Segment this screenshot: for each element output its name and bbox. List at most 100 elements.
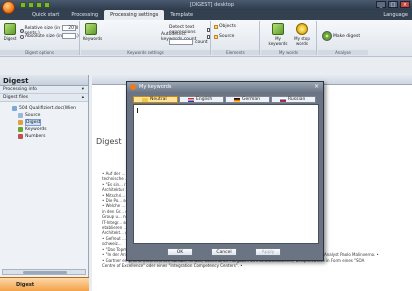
pin-icon[interactable]: ▴	[82, 95, 84, 100]
keywords-icon	[85, 23, 97, 35]
source-label: Source	[219, 34, 235, 39]
group-keywords-settings: Keywords Detect text expressions Autodet…	[81, 21, 211, 55]
objects-label: Objects	[219, 24, 237, 29]
tree-item-label: Digest	[25, 119, 42, 126]
tree-item-numbers[interactable]: Numbers	[12, 133, 88, 140]
my-keywords-label: My keywords	[268, 36, 288, 46]
undo-icon[interactable]	[28, 2, 34, 8]
tree-item-label: Source	[25, 113, 41, 118]
keywords-textarea[interactable]	[133, 104, 319, 244]
apply-button[interactable]: Apply	[255, 248, 281, 256]
make-digest-label: Make digest	[333, 33, 361, 39]
group-label: Elements	[212, 50, 259, 55]
my-keywords-dialog: My keywords × Neutral English German Rus…	[126, 81, 324, 261]
tree-root[interactable]: 504 Qualifiziert.doc(Wien	[12, 105, 88, 112]
app-icon	[130, 84, 136, 90]
pin-icon[interactable]: ▾	[82, 87, 84, 92]
tab-quick-start[interactable]: Quick start	[26, 10, 65, 20]
my-stop-words-label: My stop words	[294, 36, 310, 46]
text-cursor	[137, 108, 138, 113]
language-tabs: Neutral English German Russian	[133, 96, 316, 103]
file-tree: 504 Qualifiziert.doc(Wien Source Digest …	[0, 102, 88, 140]
group-label: Analyse	[318, 50, 368, 55]
tree-item-digest[interactable]: Digest	[12, 119, 88, 126]
redo-icon[interactable]	[36, 2, 42, 8]
numbers-icon	[18, 134, 23, 139]
window-title: [DIGEST] desktop	[190, 2, 235, 8]
document-icon	[12, 106, 17, 111]
ok-button[interactable]: OK	[167, 248, 193, 256]
my-keywords-icon	[272, 23, 284, 35]
tab-german[interactable]: German	[225, 96, 270, 103]
group-elements: Objects Source Elements	[212, 21, 260, 55]
processing-info-section[interactable]: Processing info ▾	[0, 86, 88, 94]
make-digest-button[interactable]: Make digest	[322, 31, 360, 41]
digest-button[interactable]: Digest	[2, 23, 18, 41]
tree-root-label: 504 Qualifiziert.doc(Wien	[19, 106, 76, 111]
source-toggle[interactable]: Source	[214, 34, 234, 39]
neutral-flag-icon	[142, 97, 148, 102]
text-line: Centre of Excellence" oder eines "Integr…	[102, 262, 243, 268]
tab-english[interactable]: English	[179, 96, 224, 103]
ribbon: Digest Relative size (in % of all sents.…	[0, 20, 412, 57]
group-my-words: My keywords My stop words My words	[261, 21, 317, 55]
dialog-title: My keywords	[139, 84, 172, 90]
tree-item-source[interactable]: Source	[12, 112, 88, 119]
pane-title: Digest	[0, 75, 88, 86]
close-button[interactable]: ×	[400, 1, 410, 8]
objects-toggle[interactable]: Objects	[214, 24, 236, 29]
stop-words-icon	[296, 23, 308, 35]
keywords-button[interactable]: Keywords	[83, 23, 103, 41]
my-keywords-button[interactable]: My keywords	[267, 23, 289, 46]
german-flag-icon	[234, 97, 240, 102]
digest-pane: Digest Processing info ▾ Digest files ▴ 50…	[0, 75, 89, 291]
cancel-button[interactable]: Cancel	[211, 248, 237, 256]
tab-russian[interactable]: Russian	[271, 96, 316, 103]
processing-info-label: Processing info	[3, 87, 37, 92]
tab-label: Russian	[288, 97, 306, 102]
group-analyse: Make digest Analyse	[318, 21, 368, 55]
dialog-close-button[interactable]: ×	[314, 83, 319, 90]
tab-processing[interactable]: Processing	[65, 10, 104, 20]
tab-label: Neutral	[150, 97, 167, 102]
dialog-title-bar: My keywords ×	[127, 82, 323, 92]
horizontal-scrollbar[interactable]	[2, 269, 86, 275]
language-menu[interactable]: Language	[383, 12, 408, 18]
digest-files-label: Digest files	[3, 95, 29, 100]
group-label: My words	[261, 50, 316, 55]
digest-icon	[4, 23, 16, 35]
ribbon-tabs: Quick start Processing Processing settin…	[0, 10, 412, 20]
source-icon	[18, 113, 23, 118]
relative-size-input[interactable]: 20	[62, 25, 76, 31]
title-bar: [DIGEST] desktop _ □ ×	[0, 0, 412, 10]
tab-label: English	[196, 97, 213, 102]
tree-item-label: Numbers	[25, 134, 46, 139]
keyword-count-input[interactable]	[169, 39, 193, 45]
uk-flag-icon	[188, 97, 194, 102]
minimize-button[interactable]: _	[376, 1, 386, 8]
count-label: count	[195, 40, 208, 45]
tab-template[interactable]: Template	[164, 10, 199, 20]
keywords-button-label: Keywords	[83, 36, 103, 41]
digest-button-label: Digest	[3, 36, 17, 41]
digest-icon	[18, 120, 23, 125]
app-menu-orb-icon[interactable]	[2, 1, 15, 14]
tree-item-keywords[interactable]: Keywords	[12, 126, 88, 133]
save-icon[interactable]	[20, 2, 26, 8]
absolute-size-input[interactable]	[62, 33, 76, 39]
digest-files-section[interactable]: Digest files ▴	[0, 94, 88, 102]
tab-label: German	[242, 97, 261, 102]
new-icon[interactable]	[44, 2, 50, 8]
tab-neutral[interactable]: Neutral	[133, 96, 178, 103]
my-stop-words-button[interactable]: My stop words	[291, 23, 313, 46]
group-label: Digest options	[0, 50, 79, 55]
tree-item-label: Keywords	[25, 127, 47, 132]
tab-processing-settings[interactable]: Processing settings	[104, 10, 165, 20]
nav-digest[interactable]: Digest	[0, 277, 89, 291]
document-heading: Digest	[96, 137, 122, 146]
group-label: Keywords settings	[81, 50, 210, 55]
keywords-icon	[18, 127, 23, 132]
maximize-button[interactable]: □	[388, 1, 398, 8]
russian-flag-icon	[280, 97, 286, 102]
group-digest-options: Digest Relative size (in % of all sents.…	[0, 21, 80, 55]
